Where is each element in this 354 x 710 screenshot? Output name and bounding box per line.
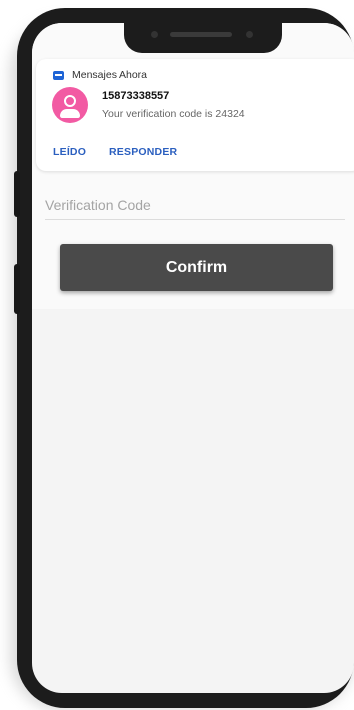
avatar (52, 87, 88, 123)
sender-number: 15873338557 (102, 90, 170, 102)
sms-notification[interactable]: Mensajes Ahora 15873338557 Your verifica… (36, 59, 354, 171)
mark-read-button[interactable]: LEÍDO (53, 146, 86, 158)
app-name: Mensajes (72, 69, 117, 81)
speaker-grille (170, 32, 232, 37)
notch (124, 23, 282, 53)
person-icon (64, 95, 76, 107)
notification-time: Ahora (119, 69, 148, 81)
front-camera-icon (246, 31, 253, 38)
confirm-button[interactable]: Confirm (60, 244, 333, 291)
message-preview: Your verification code is 24324 (102, 108, 245, 120)
messages-icon (53, 71, 64, 80)
sensor-icon (151, 31, 158, 38)
phone-frame: Mensajes Ahora 15873338557 Your verifica… (14, 8, 354, 708)
reply-button[interactable]: RESPONDER (109, 146, 177, 158)
verification-code-input[interactable] (45, 191, 345, 220)
volume-down-button (14, 264, 20, 314)
volume-up-button (14, 171, 20, 217)
phone-screen: Mensajes Ahora 15873338557 Your verifica… (32, 23, 354, 693)
